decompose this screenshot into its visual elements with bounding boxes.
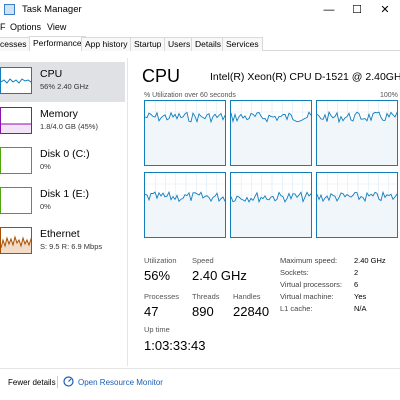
task-manager-icon [4,4,15,15]
graph-caption: % Utilization over 60 seconds [144,92,236,99]
threads-label: Threads [192,292,220,301]
tab-performance[interactable]: Performance [29,36,86,51]
cpu-core-graph [316,172,398,238]
virtual-processors-label: Virtual processors: [280,280,342,289]
cpu-core-graph [144,100,226,166]
uptime-label: Up time [144,325,170,334]
cpu-detail-panel: CPU Intel(R) Xeon(R) CPU D-1521 @ 2.40GH… [136,58,400,366]
speed-label: Speed [192,256,214,265]
max-speed-label: Maximum speed: [280,256,338,265]
resource-sidebar: CPU 56% 2.40 GHz Memory 1.8/4.0 GB (45%)… [0,58,128,366]
handles-label: Handles [233,292,261,301]
close-button[interactable]: ✕ [370,0,400,20]
footer-separator [57,376,58,388]
open-resource-monitor-link[interactable]: Open Resource Monitor [78,378,163,387]
processes-value: 47 [144,304,159,319]
tab-users[interactable]: Users [164,37,195,51]
sidebar-item-value: 0% [40,202,51,211]
handles-value: 22840 [233,304,270,319]
utilization-label: Utilization [144,256,177,265]
sidebar-item-ethernet[interactable]: Ethernet S: 9.5 R: 6.9 Mbps [0,222,125,262]
max-speed-value: 2.40 GHz [354,256,386,265]
ethernet-thumbnail-graph [0,227,32,254]
cpu-model-name: Intel(R) Xeon(R) CPU D-1521 @ 2.40GHz [210,71,400,83]
sidebar-item-label: Ethernet [40,228,80,240]
sidebar-item-label: Disk 1 (E:) [40,188,90,200]
tab-processes[interactable]: cesses [0,37,31,51]
fewer-details-button[interactable]: Fewer details [8,378,56,387]
cpu-thumbnail-graph [0,67,32,94]
threads-value: 890 [192,304,214,319]
disk-0-thumbnail-graph [0,147,32,174]
tab-bar: cesses Performance App history Startup U… [0,36,400,51]
tab-services[interactable]: Services [222,37,263,51]
sidebar-item-value: 56% 2.40 GHz [40,82,89,91]
resource-monitor-icon[interactable] [63,376,74,387]
cpu-core-graph [316,100,398,166]
menu-options[interactable]: Options [10,22,41,32]
title-bar: Task Manager — ☐ ✕ [0,0,400,20]
tab-details[interactable]: Details [191,37,225,51]
sidebar-item-label: Memory [40,108,78,120]
maximize-button[interactable]: ☐ [342,0,372,20]
sidebar-item-disk-1[interactable]: Disk 1 (E:) 0% [0,182,125,222]
cpu-core-graphs [144,100,400,248]
cpu-core-graph [230,100,312,166]
menu-file[interactable]: F [0,22,6,32]
sidebar-item-value: S: 9.5 R: 6.9 Mbps [40,242,103,251]
tab-startup[interactable]: Startup [130,37,166,51]
speed-value: 2.40 GHz [192,268,247,283]
graph-max-label: 100% [380,92,398,99]
processes-label: Processes [144,292,180,301]
disk-1-thumbnail-graph [0,187,32,214]
utilization-value: 56% [144,268,171,283]
menu-bar: F Options View [0,20,400,35]
cpu-core-graph [230,172,312,238]
cpu-core-graph [144,172,226,238]
sockets-label: Sockets: [280,268,309,277]
footer-bar: Fewer details Open Resource Monitor [0,368,400,400]
window-title: Task Manager [22,4,82,15]
page-title: CPU [142,66,181,86]
sidebar-item-cpu[interactable]: CPU 56% 2.40 GHz [0,62,125,102]
sidebar-item-value: 1.8/4.0 GB (45%) [40,122,98,131]
virtual-machine-value: Yes [354,292,367,301]
l1-cache-label: L1 cache: [280,304,313,313]
virtual-processors-value: 6 [354,280,359,289]
tab-app-history[interactable]: App history [81,37,132,51]
sockets-value: 2 [354,268,359,277]
virtual-machine-label: Virtual machine: [280,292,334,301]
uptime-value: 1:03:33:43 [144,338,206,353]
memory-thumbnail-graph [0,107,32,134]
sidebar-item-memory[interactable]: Memory 1.8/4.0 GB (45%) [0,102,125,142]
l1-cache-value: N/A [354,304,367,313]
sidebar-item-value: 0% [40,162,51,171]
minimize-button[interactable]: — [314,0,344,20]
sidebar-item-label: Disk 0 (C:) [40,148,90,160]
menu-view[interactable]: View [47,22,66,32]
sidebar-item-disk-0[interactable]: Disk 0 (C:) 0% [0,142,125,182]
sidebar-item-label: CPU [40,68,63,80]
